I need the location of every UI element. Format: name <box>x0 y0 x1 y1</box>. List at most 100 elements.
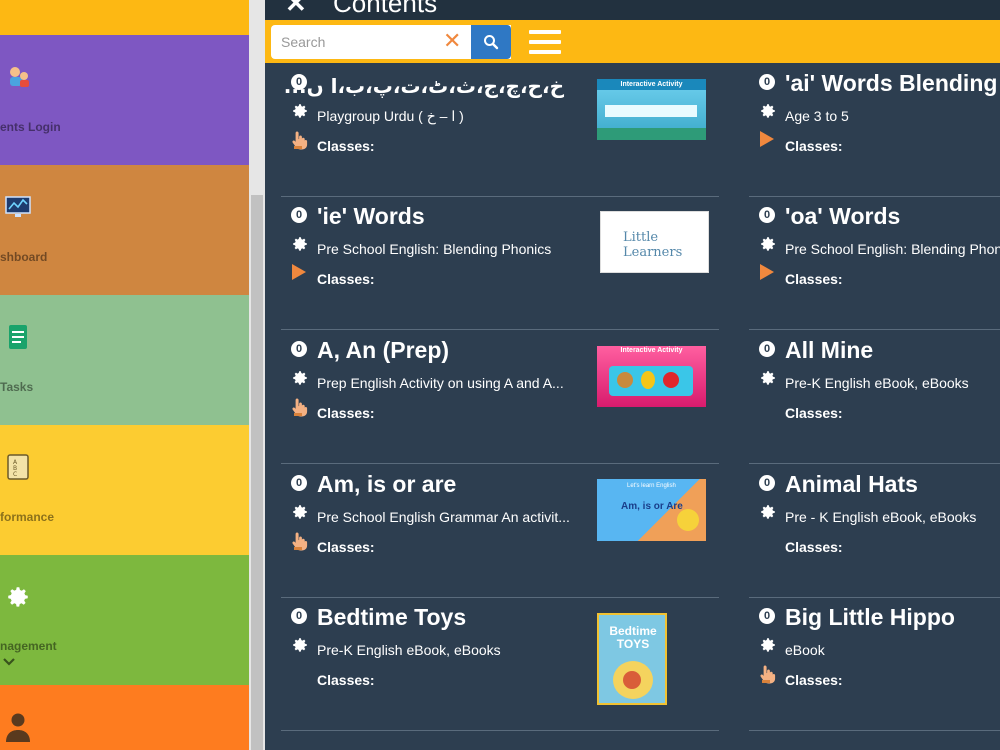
search-icon <box>484 35 499 50</box>
card-divider <box>749 329 1000 330</box>
card-big-little-hippo[interactable]: 0 Big Little Hippo eBook Classes: <box>749 598 1000 731</box>
play-icon[interactable] <box>291 263 309 283</box>
zero-badge: 0 <box>291 475 307 491</box>
hand-pointer-icon[interactable] <box>291 130 309 150</box>
sidebar-item-performance[interactable]: ABC formance <box>0 425 249 555</box>
settings-gear-icon[interactable] <box>291 636 309 654</box>
book-cover-title: Bedtime TOYS <box>609 624 657 651</box>
sidebar-item-management[interactable]: nagement <box>0 555 249 685</box>
card-classes-label: Classes: <box>785 539 843 555</box>
card-title[interactable]: Animal Hats <box>785 471 918 498</box>
card-animal-hats[interactable]: 0 Animal Hats Pre - K English eBook, eBook… <box>749 465 1000 598</box>
hand-pointer-icon[interactable] <box>291 531 309 551</box>
thumb-caption: Interactive Activity <box>597 79 706 90</box>
card-divider <box>749 463 1000 464</box>
card-ie-words[interactable]: 0 'ie' Words Pre School English: Blending … <box>281 197 719 330</box>
card-classes-label: Classes: <box>317 138 375 154</box>
chevron-down-icon[interactable] <box>2 655 16 674</box>
card-classes-label: Classes: <box>785 672 843 688</box>
play-icon[interactable] <box>759 130 777 150</box>
card-title[interactable]: All Mine <box>785 337 873 364</box>
card-title[interactable]: Bedtime Toys <box>317 604 466 631</box>
zero-badge: 0 <box>759 608 775 624</box>
settings-gear-icon[interactable] <box>759 636 777 654</box>
svg-text:C: C <box>13 471 17 478</box>
card-all-mine[interactable]: 0 All Mine Pre-K English eBook, eBooks Clas… <box>749 331 1000 464</box>
card-title[interactable]: 'ai' Words Blending P <box>785 70 1000 97</box>
card-title[interactable]: Am, is or are <box>317 471 456 498</box>
sidebar-item-dashboard[interactable]: shboard <box>0 165 249 295</box>
zero-badge: 0 <box>759 341 775 357</box>
close-icon[interactable]: ✕ <box>285 0 307 19</box>
settings-gear-icon[interactable] <box>291 369 309 387</box>
hand-pointer-icon[interactable] <box>291 397 309 417</box>
settings-gear-icon[interactable] <box>291 503 309 521</box>
settings-gear-icon[interactable] <box>759 369 777 387</box>
card-a-an-prep[interactable]: 0 A, An (Prep) Prep English Activity on us… <box>281 331 719 464</box>
hand-pointer-icon[interactable] <box>759 664 777 684</box>
card-subtitle: Pre-K English eBook, eBooks <box>317 642 501 658</box>
card-classes-label: Classes: <box>785 271 843 287</box>
card-subtitle: Age 3 to 5 <box>785 108 849 124</box>
card-classes-label: Classes: <box>317 271 375 287</box>
settings-gear-icon[interactable] <box>759 503 777 521</box>
settings-gear-icon[interactable] <box>759 102 777 120</box>
settings-gear-icon[interactable] <box>291 102 309 120</box>
clear-icon[interactable]: ✕ <box>443 28 461 54</box>
activity-thumbnail[interactable]: Interactive Activity <box>597 346 706 407</box>
play-icon[interactable] <box>759 263 777 283</box>
card-subtitle: Pre School English: Blending Phonics <box>317 241 552 257</box>
parents-icon <box>4 63 32 91</box>
thumb-caption: Am, is or Are <box>621 501 683 512</box>
sidebar-item-label: nagement <box>0 639 57 653</box>
card-title[interactable]: 'ie' Words <box>317 203 425 230</box>
card-title[interactable]: A, An (Prep) <box>317 337 449 364</box>
settings-gear-icon[interactable] <box>291 235 309 253</box>
zero-badge: 0 <box>759 475 775 491</box>
sidebar-item-profile[interactable] <box>0 685 249 750</box>
card-urdu-letters[interactable]: 0 خ،ح،چ،ج،ث،ٹ،ت،پ،ب،ا ں... Playgroup Urdu … <box>281 64 719 197</box>
contents-panel: ✕ Contents ✕ 0خ،ح،چ،ج،ث،ٹ،ت،پ،ب،ا ں...Pl… <box>265 0 1000 750</box>
card-classes-label: Classes: <box>785 405 843 421</box>
card-am-is-are[interactable]: 0 Am, is or are Pre School English Grammar… <box>281 465 719 598</box>
card-classes-label: Classes: <box>317 672 375 688</box>
sidebar-item-tasks[interactable]: Tasks <box>0 295 249 425</box>
page-title: Contents <box>333 0 438 18</box>
card-title[interactable]: Big Little Hippo <box>785 604 955 631</box>
sidebar-item-parents-login[interactable]: ents Login <box>0 35 249 165</box>
card-subtitle: Playgroup Urdu ( ا – خ ) <box>317 108 464 124</box>
zero-badge: 0 <box>291 207 307 223</box>
user-icon <box>4 713 32 742</box>
card-subtitle: Pre School English Grammar An activit... <box>317 509 570 525</box>
card-classes-label: Classes: <box>317 405 375 421</box>
sidebar-item-label: ents Login <box>0 120 61 134</box>
sidebar-item-label: shboard <box>0 250 48 264</box>
card-title[interactable]: خ،ح،چ،ج،ث،ٹ،ت،پ،ب،ا ں... <box>284 74 564 98</box>
activity-thumbnail[interactable]: Interactive Activity <box>597 79 706 140</box>
sidebar-item-label: formance <box>0 510 55 524</box>
sidebar-item-label: Tasks <box>0 380 34 394</box>
card-bedtime-toys[interactable]: 0 Bedtime Toys Pre-K English eBook, eBooks… <box>281 598 719 731</box>
performance-icon: ABC <box>4 453 32 481</box>
settings-gear-icon[interactable] <box>759 235 777 253</box>
zero-badge: 0 <box>291 341 307 357</box>
card-divider <box>749 730 1000 731</box>
bedtime-toys-cover[interactable]: Bedtime TOYS <box>597 613 667 705</box>
tasks-icon <box>4 323 32 351</box>
sidebar: ents Login shboard Tasks ABC formance na… <box>0 0 249 750</box>
card-oa-words[interactable]: 0 'oa' Words Pre School English: Blending … <box>749 197 1000 330</box>
scrollbar-thumb[interactable] <box>251 195 263 750</box>
dashboard-icon <box>4 193 32 221</box>
sidebar-tile-top[interactable] <box>0 0 249 35</box>
search-input[interactable] <box>271 25 471 59</box>
little-learners-thumbnail[interactable]: Little Learners <box>600 211 709 273</box>
card-title[interactable]: 'oa' Words <box>785 203 900 230</box>
zero-badge: 0 <box>759 207 775 223</box>
am-is-are-thumbnail[interactable]: Let's learn English Am, is or Are <box>597 479 706 541</box>
card-subtitle: Pre - K English eBook, eBooks <box>785 509 977 525</box>
zero-badge: 0 <box>759 74 775 90</box>
card-subtitle: eBook <box>785 642 825 658</box>
search-button[interactable] <box>471 25 511 59</box>
card-ai-words[interactable]: 0 'ai' Words Blending P Age 3 to 5 Classes: <box>749 64 1000 197</box>
hamburger-menu-button[interactable] <box>529 30 561 54</box>
